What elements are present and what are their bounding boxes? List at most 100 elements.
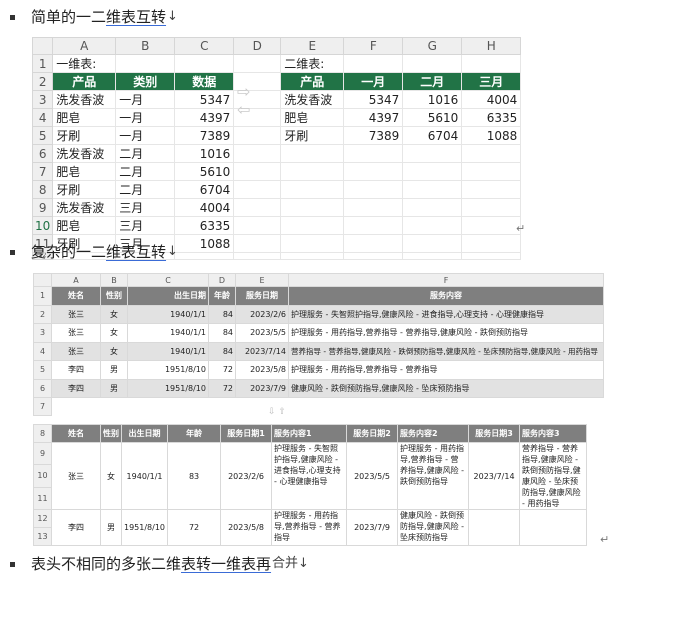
cell[interactable]: 女	[100, 304, 128, 324]
cell[interactable]: 张三	[51, 341, 101, 361]
row-header[interactable]: 3	[33, 323, 52, 343]
cell[interactable]: 6335	[461, 108, 522, 127]
cell[interactable]: 5347	[174, 90, 235, 109]
cell[interactable]: 三月	[115, 216, 176, 235]
row-header[interactable]: 1	[33, 286, 52, 306]
cell[interactable]: 一月	[115, 126, 176, 145]
column-header[interactable]: B	[115, 37, 176, 55]
cell[interactable]: 营养指导 - 营养指导,健康风险 - 跌倒预防指导,健康风险 - 坠床预防指导,…	[288, 341, 604, 361]
cell[interactable]: 2023/2/6	[235, 304, 289, 324]
column-header[interactable]: G	[402, 37, 463, 55]
cell[interactable]: 2023/5/5	[346, 442, 399, 510]
header-cell[interactable]: 三月	[461, 72, 522, 91]
row-header[interactable]: 9	[31, 198, 54, 217]
two-d-title[interactable]: 二维表:	[280, 54, 345, 73]
cell[interactable]: 牙刷	[52, 180, 117, 199]
cell[interactable]: 二月	[115, 180, 176, 199]
header-cell[interactable]: 二月	[402, 72, 463, 91]
row-header[interactable]: 8	[31, 180, 54, 199]
cell[interactable]: 女	[100, 341, 128, 361]
header-cell[interactable]: 服务内容2	[397, 424, 470, 443]
cell[interactable]: 张三	[51, 442, 101, 510]
cell[interactable]: 洗发香波	[52, 90, 117, 109]
cell[interactable]: 洗发香波	[52, 198, 117, 217]
header-cell[interactable]: 服务日期2	[346, 424, 399, 443]
cell[interactable]: 4397	[174, 108, 235, 127]
cell[interactable]: 5610	[402, 108, 463, 127]
column-header[interactable]: A	[51, 273, 101, 287]
cell[interactable]: 1016	[174, 144, 235, 163]
cell[interactable]: 1088	[461, 126, 522, 145]
cell[interactable]: 女	[100, 442, 122, 510]
cell[interactable]	[519, 509, 588, 546]
cell[interactable]: 2023/7/9	[346, 509, 399, 546]
row-header[interactable]: 13	[33, 527, 52, 546]
header-cell[interactable]: 服务日期1	[220, 424, 273, 443]
cell[interactable]: 1940/1/1	[127, 304, 209, 324]
column-header[interactable]: E	[280, 37, 345, 55]
header-cell[interactable]: 姓名	[51, 424, 101, 443]
row-header[interactable]: 7	[31, 162, 54, 181]
header-cell[interactable]: 类别	[115, 72, 176, 91]
header-cell[interactable]: 服务内容	[288, 286, 604, 306]
cell[interactable]: 肥皂	[280, 108, 345, 127]
cell[interactable]: 83	[167, 442, 222, 510]
cell[interactable]: 护理服务 - 用药指导,营养指导 - 营养指导,健康风险 - 跌倒预防指导	[288, 323, 604, 343]
cell[interactable]: 2023/7/9	[235, 378, 289, 398]
column-header[interactable]: F	[288, 273, 604, 287]
cell[interactable]: 84	[208, 323, 236, 343]
row-header[interactable]: 11	[33, 486, 52, 511]
cell[interactable]: 4397	[343, 108, 404, 127]
cell[interactable]: 肥皂	[52, 108, 117, 127]
column-header[interactable]: F	[343, 37, 404, 55]
row-header[interactable]: 2	[31, 72, 54, 91]
cell[interactable]: 洗发香波	[280, 90, 345, 109]
cell[interactable]: 6335	[174, 216, 235, 235]
cell[interactable]: 护理服务 - 失智照护指导,健康风险 - 进食指导,心理支持 - 心理健康指导	[271, 442, 348, 510]
row-header[interactable]: 6	[31, 144, 54, 163]
cell[interactable]: 2023/5/8	[235, 360, 289, 380]
row-header[interactable]: 2	[33, 304, 52, 324]
header-cell[interactable]: 出生日期	[120, 424, 169, 443]
cell[interactable]: 张三	[51, 304, 101, 324]
header-cell[interactable]: 性别	[100, 286, 128, 306]
cell[interactable]: 84	[208, 304, 236, 324]
header-cell[interactable]: 服务内容1	[271, 424, 348, 443]
cell[interactable]: 肥皂	[52, 162, 117, 181]
header-cell[interactable]: 年龄	[167, 424, 222, 443]
row-header[interactable]: 6	[33, 378, 52, 398]
header-cell[interactable]: 出生日期	[127, 286, 209, 306]
header-cell[interactable]: 性别	[100, 424, 122, 443]
cell[interactable]: 一月	[115, 90, 176, 109]
cell[interactable]: 健康风险 - 跌倒预防指导,健康风险 - 坠床预防指导	[397, 509, 470, 546]
row-header[interactable]: 1	[31, 54, 54, 73]
cell[interactable]: 1951/8/10	[120, 509, 169, 546]
cell[interactable]: 女	[100, 323, 128, 343]
cell[interactable]: 护理服务 - 用药指导,营养指导 - 营养指导	[271, 509, 348, 546]
cell[interactable]: 2023/2/6	[220, 442, 273, 510]
header-cell[interactable]: 服务日期	[235, 286, 289, 306]
cell[interactable]: 男	[100, 509, 122, 546]
column-header[interactable]: D	[208, 273, 236, 287]
cell[interactable]: 一月	[115, 108, 176, 127]
cell[interactable]: 2023/7/14	[235, 341, 289, 361]
cell[interactable]: 牙刷	[280, 126, 345, 145]
header-cell[interactable]: 服务日期3	[468, 424, 521, 443]
row-header[interactable]: 4	[31, 108, 54, 127]
row-header[interactable]: 4	[33, 341, 52, 361]
cell[interactable]: 72	[167, 509, 222, 546]
cell[interactable]: 5610	[174, 162, 235, 181]
cell[interactable]: 2023/7/14	[468, 442, 521, 510]
cell[interactable]: 1088	[174, 234, 235, 253]
header-cell[interactable]: 一月	[343, 72, 404, 91]
column-header[interactable]: C	[127, 273, 209, 287]
header-cell[interactable]: 产品	[280, 72, 345, 91]
cell[interactable]: 李四	[51, 509, 101, 546]
column-header[interactable]: H	[461, 37, 522, 55]
header-cell[interactable]: 年龄	[208, 286, 236, 306]
cell[interactable]: 2023/5/5	[235, 323, 289, 343]
cell[interactable]: 5347	[343, 90, 404, 109]
cell[interactable]: 2023/5/8	[220, 509, 273, 546]
row-header[interactable]: 8	[33, 424, 52, 443]
column-header[interactable]: B	[100, 273, 128, 287]
